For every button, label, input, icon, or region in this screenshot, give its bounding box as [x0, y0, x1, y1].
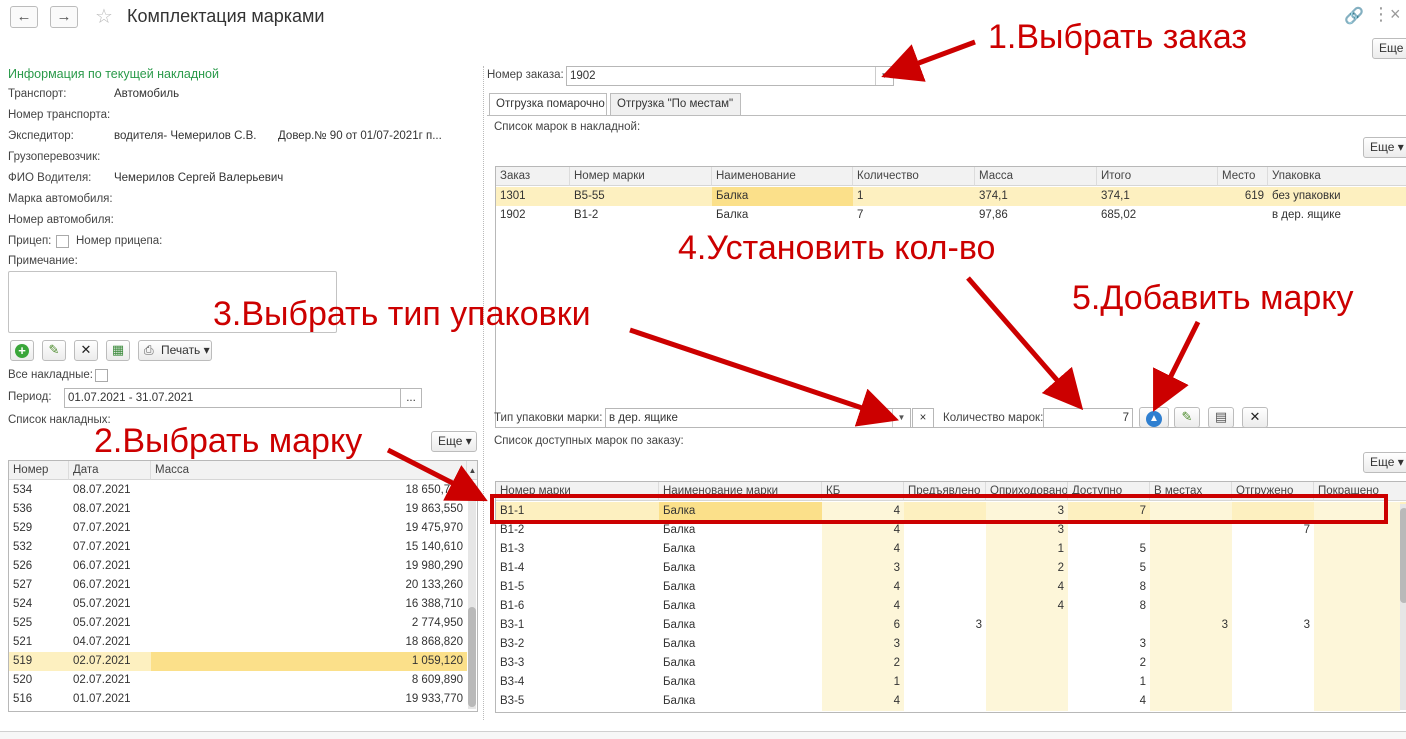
arrow-step3 — [629, 327, 899, 427]
annotation-step1: 1.Выбрать заказ — [988, 18, 1247, 56]
arrow-step5 — [1153, 320, 1201, 412]
annotation-step5: 5.Добавить марку — [1072, 279, 1354, 317]
arrow-step2 — [386, 447, 488, 502]
arrow-step4 — [966, 276, 1084, 411]
annotation-step4: 4.Установить кол-во — [678, 229, 996, 267]
annotation-step3: 3.Выбрать тип упаковки — [213, 295, 591, 333]
arrow-step1 — [881, 39, 976, 82]
annotation-step2: 2.Выбрать марку — [94, 422, 363, 460]
annotation-arrows — [386, 39, 1201, 502]
